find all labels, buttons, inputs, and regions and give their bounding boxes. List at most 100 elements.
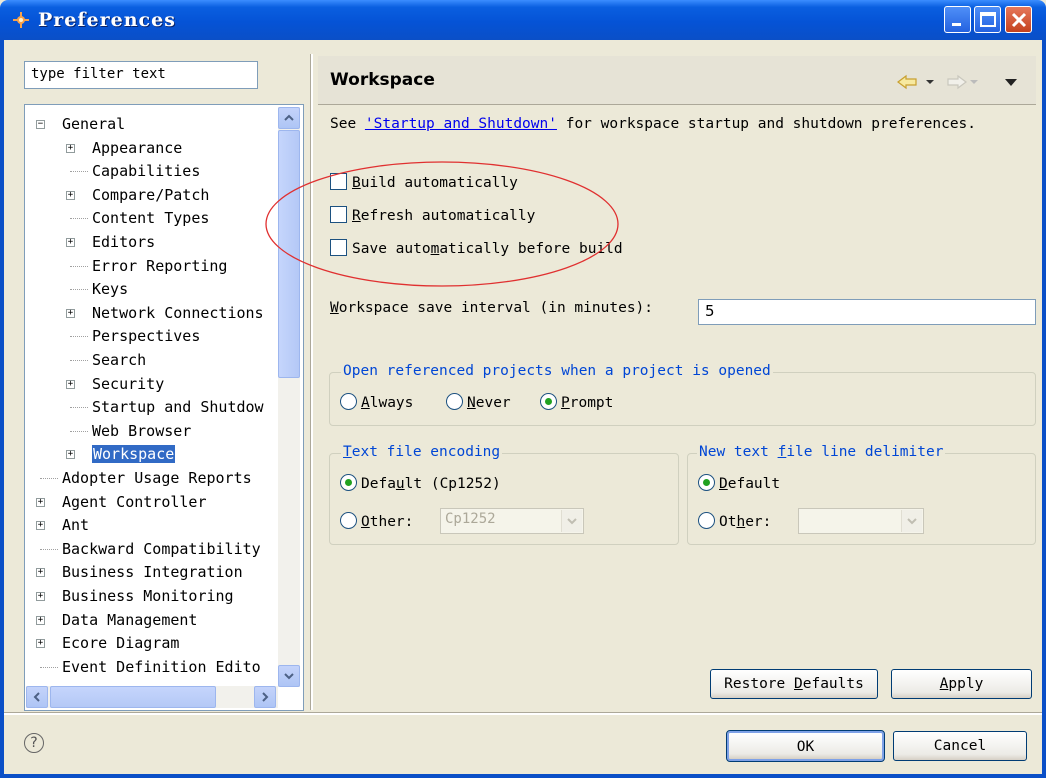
ok-button[interactable]: OK — [726, 730, 885, 762]
build-automatically-checkbox[interactable]: Build automatically — [330, 172, 518, 194]
expand-icon[interactable]: + — [36, 521, 45, 531]
tree-connector-line — [70, 265, 88, 267]
tree-item[interactable]: + Business Monitoring — [36, 585, 234, 607]
expand-icon[interactable]: + — [66, 308, 75, 318]
maximize-button[interactable] — [974, 6, 1001, 33]
tree-item[interactable]: + Compare/Patch — [66, 184, 209, 206]
scroll-thumb[interactable] — [278, 130, 300, 378]
radio-circle-selected[interactable] — [340, 474, 357, 491]
radio-circle[interactable] — [446, 393, 463, 410]
tree-item[interactable]: Content Types — [70, 207, 209, 229]
legend-text: ile line delimiter — [786, 444, 944, 460]
forward-dropdown-icon[interactable] — [969, 74, 979, 90]
radio-circle[interactable] — [698, 512, 715, 529]
delimiter-default-radio[interactable]: Default — [698, 473, 780, 495]
help-icon[interactable]: ? — [24, 733, 44, 753]
back-dropdown-icon[interactable] — [925, 74, 935, 90]
forward-arrow-icon[interactable] — [940, 74, 968, 90]
delimiter-combo[interactable] — [798, 508, 924, 534]
tree-item[interactable]: + Data Management — [36, 609, 197, 631]
cancel-button[interactable]: Cancel — [893, 731, 1027, 761]
tree-item[interactable]: + Appearance — [66, 137, 182, 159]
always-radio[interactable]: Always — [340, 392, 413, 414]
scroll-up-button[interactable] — [278, 107, 300, 129]
checkbox-box[interactable] — [330, 239, 347, 256]
tree-horizontal-scrollbar[interactable] — [26, 686, 278, 708]
tree-item[interactable]: Error Reporting — [70, 255, 227, 277]
startup-description: See 'Startup and Shutdown' for workspace… — [330, 116, 976, 132]
expand-icon[interactable]: + — [36, 639, 45, 649]
tree-item[interactable]: Keys — [70, 278, 128, 300]
tree-item[interactable]: + Workspace — [66, 443, 176, 465]
encoding-default-radio[interactable]: Default (Cp1252) — [340, 473, 501, 495]
encoding-combo[interactable]: Cp1252 — [440, 508, 584, 534]
radio-circle[interactable] — [340, 512, 357, 529]
checkbox-box[interactable] — [330, 173, 347, 190]
expand-icon[interactable]: + — [66, 379, 75, 389]
tree-item-label: Startup and Shutdow — [92, 398, 264, 417]
tree-item[interactable]: Perspectives — [70, 325, 201, 347]
scroll-left-button[interactable] — [26, 686, 48, 708]
back-arrow-icon[interactable] — [896, 74, 924, 90]
footer-separator — [4, 712, 1042, 715]
save-before-build-checkbox[interactable]: Save automatically before build — [330, 238, 623, 260]
close-button[interactable] — [1005, 6, 1032, 33]
minimize-button[interactable] — [944, 6, 971, 33]
combo-arrow[interactable] — [561, 510, 582, 532]
chevron-down-icon — [907, 518, 917, 525]
expand-icon[interactable]: + — [36, 568, 45, 578]
radio-label: Ot — [719, 514, 737, 530]
tree-item[interactable]: Adopter Usage Reports — [40, 467, 252, 489]
tree-item[interactable]: Startup and Shutdow — [70, 396, 264, 418]
tree-item[interactable]: + Editors — [66, 231, 155, 253]
never-radio[interactable]: Never — [446, 392, 511, 414]
prompt-radio[interactable]: Prompt — [540, 392, 613, 414]
refresh-automatically-checkbox[interactable]: Refresh automatically — [330, 205, 535, 227]
tree-item[interactable]: − General — [36, 113, 125, 135]
startup-shutdown-link[interactable]: 'Startup and Shutdown' — [365, 116, 557, 132]
tree-item[interactable]: + Agent Controller — [36, 491, 207, 513]
title-bar[interactable]: Preferences — [0, 0, 1046, 40]
tree-item[interactable]: + Security — [66, 373, 164, 395]
tree-item[interactable]: + Ecore Diagram — [36, 632, 179, 654]
mnemonic: D — [794, 676, 803, 692]
tree-vertical-scrollbar[interactable] — [278, 107, 300, 687]
expand-icon[interactable]: + — [36, 497, 45, 507]
apply-button[interactable]: Apply — [891, 669, 1032, 699]
expand-icon[interactable]: + — [36, 592, 45, 601]
tree-item-label: Perspectives — [92, 327, 201, 346]
scroll-right-button[interactable] — [254, 686, 276, 708]
combo-arrow[interactable] — [901, 510, 922, 532]
horizontal-scroll-thumb[interactable] — [50, 686, 216, 708]
radio-circle-selected[interactable] — [540, 393, 557, 410]
expand-icon[interactable]: + — [66, 450, 75, 460]
expand-icon[interactable]: + — [66, 238, 75, 247]
expand-icon[interactable]: + — [36, 615, 45, 625]
view-menu-icon[interactable] — [1004, 74, 1018, 90]
preferences-tree[interactable]: − General + Appearance Capabilities + Compare/… — [24, 104, 304, 711]
radio-circle-selected[interactable] — [698, 474, 715, 491]
filter-input[interactable]: type filter text — [24, 61, 258, 89]
encoding-other-radio[interactable]: Other: — [340, 511, 413, 533]
tree-item[interactable]: + Business Integration — [36, 561, 243, 583]
save-interval-input[interactable]: 5 — [698, 299, 1036, 325]
scroll-down-button[interactable] — [278, 665, 300, 687]
tree-item[interactable]: + Ant — [36, 514, 89, 536]
tree-item-label: Agent Controller — [62, 492, 207, 511]
collapse-icon[interactable]: − — [36, 120, 45, 129]
tree-item[interactable]: Event Definition Edito — [40, 656, 261, 678]
delimiter-other-radio[interactable]: Other: — [698, 511, 771, 533]
tree-item[interactable]: Backward Compatibility — [40, 538, 261, 560]
checkbox-box[interactable] — [330, 206, 347, 223]
radio-circle[interactable] — [340, 393, 357, 410]
restore-defaults-button[interactable]: Restore Defaults — [710, 669, 878, 699]
mnemonic: P — [561, 395, 570, 411]
tree-item[interactable]: + Network Connections — [66, 302, 264, 324]
mnemonic: h — [736, 514, 746, 530]
tree-item[interactable]: Capabilities — [70, 160, 200, 182]
expand-icon[interactable]: + — [66, 143, 75, 153]
tree-item[interactable]: Web Browser — [70, 420, 191, 442]
tree-item[interactable]: Search — [70, 349, 146, 371]
expand-icon[interactable]: + — [66, 190, 75, 200]
panel-sash[interactable] — [310, 54, 313, 710]
